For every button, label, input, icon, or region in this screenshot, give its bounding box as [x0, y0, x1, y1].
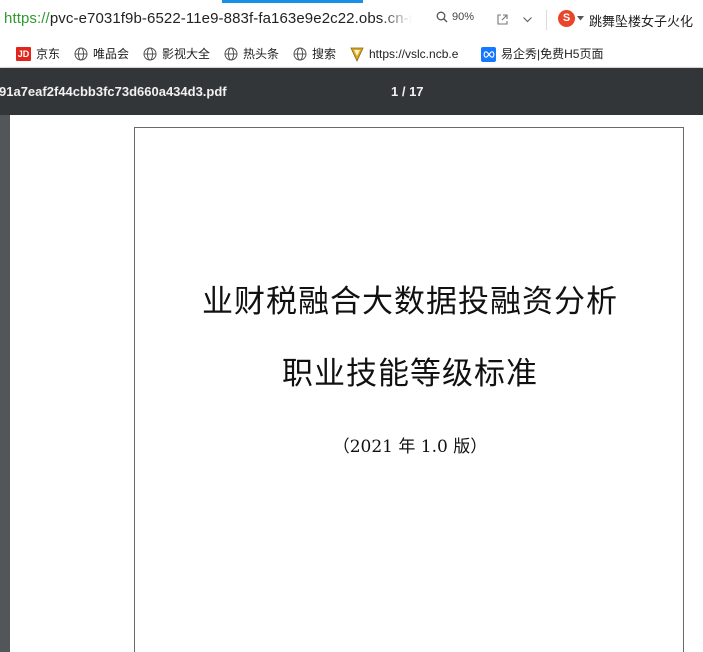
- bookmark-eqxiu[interactable]: 易企秀|免费H5页面: [481, 46, 603, 62]
- bookmark-label: 搜索: [312, 47, 337, 61]
- viewer-side-gutter: [0, 115, 10, 652]
- shield-icon: [350, 47, 364, 62]
- url-field[interactable]: https://pvc-e7031f9b-6522-11e9-883f-fa16…: [4, 10, 417, 27]
- globe-icon: [74, 47, 88, 61]
- infinity-icon: [481, 46, 496, 62]
- bookmark-label: https://vslc.ncb.e: [369, 47, 459, 61]
- document-version: （2021 年 1.0 版）: [332, 437, 488, 457]
- address-bar: https://pvc-e7031f9b-6522-11e9-883f-fa16…: [0, 0, 703, 40]
- bookmark-vip[interactable]: 唯品会: [74, 46, 129, 62]
- document-subtitle: 职业技能等级标准: [282, 356, 538, 392]
- zoom-indicator[interactable]: 90%: [436, 11, 474, 23]
- bookmark-video[interactable]: 影视大全: [143, 46, 210, 62]
- pdf-viewport[interactable]: 业财税融合大数据投融资分析 职业技能等级标准 （2021 年 1.0 版）: [0, 115, 703, 652]
- bookmark-search[interactable]: 搜索: [293, 46, 336, 62]
- page-indicator[interactable]: 1 / 17: [391, 84, 424, 99]
- sogou-icon: S: [558, 10, 575, 27]
- pdf-page: 业财税融合大数据投融资分析 职业技能等级标准 （2021 年 1.0 版）: [134, 127, 684, 652]
- globe-icon: [293, 47, 307, 61]
- caret-down-icon: [577, 16, 584, 21]
- chevron-down-icon[interactable]: [522, 14, 533, 25]
- bookmarks-bar: JD 京东 唯品会 影视大全 热头条 搜索 https://vslc.ncb.e…: [0, 40, 703, 68]
- search-input[interactable]: 跳舞坠楼女子火化: [589, 11, 693, 30]
- bookmark-label: 唯品会: [93, 47, 130, 61]
- address-divider: [546, 10, 547, 30]
- bookmark-jd[interactable]: JD 京东: [16, 46, 60, 62]
- zoom-icon: [436, 11, 448, 23]
- bookmark-headlines[interactable]: 热头条: [224, 46, 279, 62]
- search-engine-selector[interactable]: S: [558, 10, 584, 27]
- pdf-filename: 91a7eaf2f44cbb3fc73d660a434d3.pdf: [0, 84, 227, 99]
- pdf-toolbar: 91a7eaf2f44cbb3fc73d660a434d3.pdf 1 / 17: [0, 68, 703, 115]
- share-icon[interactable]: [496, 13, 509, 26]
- url-text: pvc-e7031f9b-6522-11e9-883f-fa163e9e2c22…: [49, 10, 418, 27]
- bookmark-label: 易企秀|免费H5页面: [501, 47, 604, 61]
- document-title: 业财税融合大数据投融资分析: [202, 284, 618, 320]
- bookmark-label: 京东: [36, 47, 61, 61]
- bookmark-vslc[interactable]: https://vslc.ncb.e: [350, 46, 458, 62]
- bookmark-label: 热头条: [243, 47, 280, 61]
- globe-icon: [143, 47, 157, 61]
- url-scheme: https://: [4, 10, 50, 27]
- zoom-level: 90%: [452, 11, 475, 23]
- bookmark-label: 影视大全: [162, 47, 211, 61]
- url-fade: [380, 6, 420, 34]
- jd-icon: JD: [16, 47, 31, 61]
- active-tab-indicator: [222, 0, 363, 3]
- globe-icon: [224, 47, 238, 61]
